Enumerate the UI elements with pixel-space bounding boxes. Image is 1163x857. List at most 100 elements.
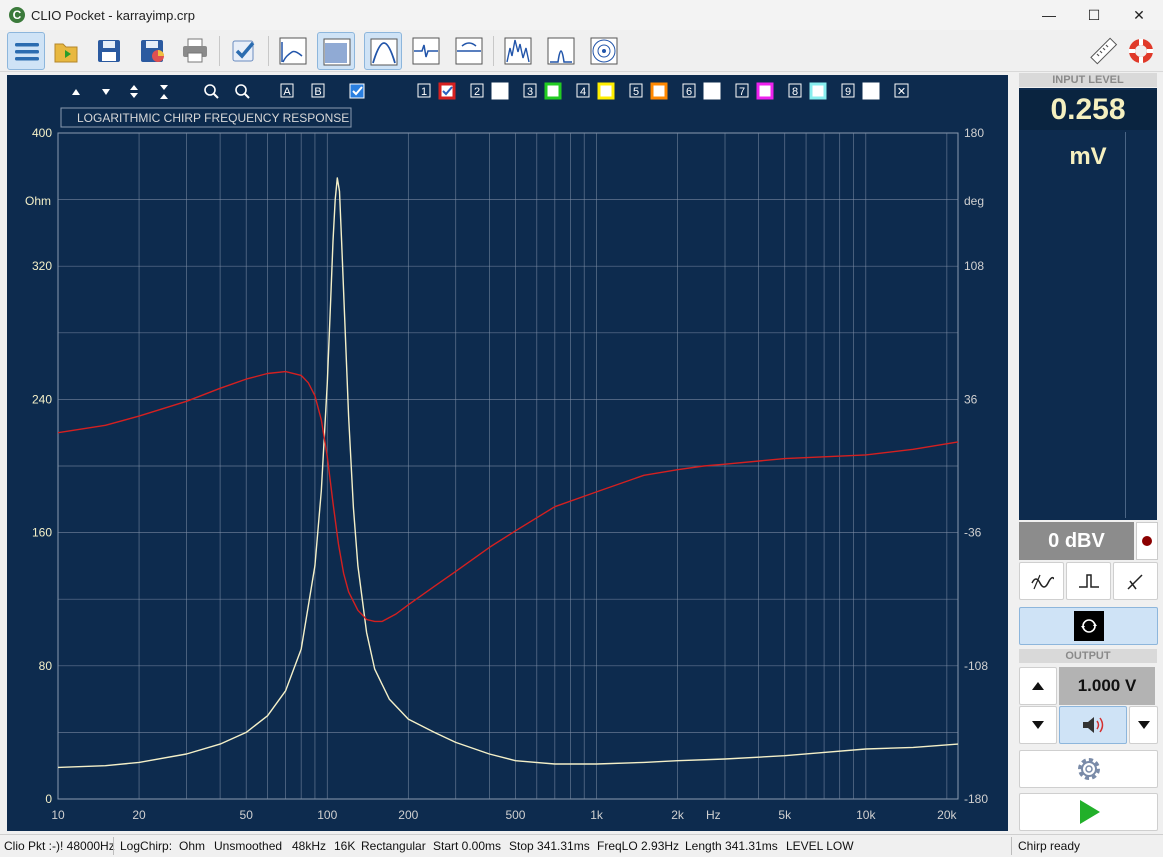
overlay-toggle-8[interactable] (809, 82, 827, 100)
cursor-b-button[interactable]: B (311, 83, 325, 98)
close-icon: ✕ (897, 86, 906, 98)
overlay-number-1[interactable]: 1 (417, 83, 431, 98)
impulse-button[interactable] (542, 32, 580, 70)
x-tick-label: 5k (778, 808, 792, 822)
overlay-toggle-9[interactable] (862, 82, 880, 100)
phantom-button[interactable] (1113, 562, 1158, 600)
side-panel: INPUT LEVEL 0.258 mV 0 dBV OUTPUT 1.000 … (1017, 72, 1163, 832)
clear-overlays-button[interactable]: ✕ (894, 83, 909, 98)
overlay-toggle-5[interactable] (650, 82, 668, 100)
printer-icon (183, 38, 207, 63)
x-tick-label: 500 (505, 808, 525, 822)
output-down-button[interactable] (1019, 706, 1057, 744)
meter-divider (1125, 132, 1126, 518)
print-button[interactable] (176, 32, 214, 70)
overlay-toggle-4[interactable] (597, 82, 615, 100)
graph-toolbar: A B 1 2 3 4 5 6 7 8 9 ✕ (72, 82, 909, 100)
play-icon (1079, 800, 1100, 824)
compress-icon[interactable] (160, 85, 168, 99)
scale-down-icon[interactable] (102, 89, 110, 95)
settings-button[interactable] (1019, 750, 1158, 788)
maximize-button[interactable]: ☐ (1071, 0, 1117, 30)
frequency-response-icon (370, 38, 398, 66)
overlay-toggle-1[interactable] (438, 82, 456, 100)
loop-button[interactable] (1019, 607, 1158, 645)
oscilloscope-icon (412, 37, 440, 65)
input-filter-button[interactable] (1019, 562, 1064, 600)
overlay-number-8[interactable]: 8 (788, 83, 802, 98)
status-smoothing: Unsmoothed (214, 839, 283, 853)
chart-grid (57, 132, 959, 800)
output-enable-button[interactable] (1059, 706, 1127, 744)
overlay-number-3[interactable]: 3 (523, 83, 537, 98)
overlay-toggle-7[interactable] (756, 82, 774, 100)
output-up-button[interactable] (1019, 667, 1057, 705)
overlay-number-8-label: 8 (792, 86, 798, 98)
y-tick-label-right: -108 (964, 659, 988, 673)
help-button[interactable] (1122, 32, 1160, 70)
floppy-icon (98, 40, 120, 62)
toolbar-separator (219, 36, 220, 66)
overlay-number-5[interactable]: 5 (629, 83, 643, 98)
status-stop: Stop 341.31ms (509, 839, 590, 853)
x-tick-label: 200 (398, 808, 418, 822)
impulse-trigger-button[interactable] (1066, 562, 1111, 600)
overlay-color-swatch (491, 82, 509, 100)
overlay-color-swatch (756, 82, 774, 100)
cursor-a-button[interactable]: A (280, 83, 294, 98)
y-tick-label-right: -36 (964, 526, 982, 540)
close-button[interactable]: ✕ (1116, 0, 1162, 30)
window-title: CLIO Pocket - karrayimp.crp (31, 8, 195, 23)
polar-button[interactable] (585, 32, 623, 70)
multimeter-button[interactable] (450, 32, 488, 70)
gear-icon (1077, 758, 1100, 780)
fft-button[interactable] (274, 32, 312, 70)
cursor-b-button-label: B (314, 86, 321, 98)
overlay-toggle-3[interactable] (544, 82, 562, 100)
status-separator (113, 837, 114, 855)
scale-up-icon[interactable] (72, 89, 80, 95)
start-button[interactable] (1019, 793, 1158, 831)
oscilloscope-button[interactable] (407, 32, 445, 70)
save-as-button[interactable] (133, 32, 171, 70)
input-level-unit: mV (1069, 143, 1107, 170)
save-button[interactable] (90, 32, 128, 70)
record-indicator[interactable] (1136, 522, 1158, 560)
status-message: Chirp ready (1018, 839, 1081, 853)
overlay-toggle-6[interactable] (703, 82, 721, 100)
check-button[interactable] (225, 32, 263, 70)
status-length: Length 341.31ms (685, 839, 778, 853)
overlay-number-6[interactable]: 6 (682, 83, 696, 98)
expand-icon-shape (130, 85, 138, 98)
overlay-color-swatch (650, 82, 668, 100)
x-tick-label: 50 (240, 808, 254, 822)
minimize-button[interactable]: — (1026, 0, 1072, 30)
expand-icon[interactable] (130, 85, 138, 98)
chart-axes: 10 20 50 100 200 500 1k 2k 5k 10k 20k 0 80 160 240 320 4… (32, 126, 988, 822)
scale-up-icon-shape (72, 89, 80, 95)
x-tick-label: 2k (671, 808, 685, 822)
zoom-in-icon-handle (213, 93, 219, 99)
compress-icon-shape (160, 85, 168, 99)
y-axis-left-label: Ohm (25, 194, 51, 208)
y-tick-label-left: 160 (32, 526, 52, 540)
input-level-meter: 0.258 mV (1019, 88, 1157, 520)
status-separator (1011, 837, 1012, 855)
sinusoidal-button[interactable] (364, 32, 402, 70)
overlay-number-9[interactable]: 9 (841, 83, 855, 98)
zoom-out-icon[interactable] (235, 84, 250, 99)
calibration-button[interactable] (1084, 32, 1122, 70)
output-menu-button[interactable] (1129, 706, 1158, 744)
overlay-number-4[interactable]: 4 (576, 83, 590, 98)
open-file-button[interactable] (47, 32, 85, 70)
overlay-checkbox-main[interactable] (349, 83, 365, 99)
overlay-number-2[interactable]: 2 (470, 83, 484, 98)
overlay-number-7[interactable]: 7 (735, 83, 749, 98)
menu-button[interactable] (7, 32, 45, 70)
overlay-toggle-2[interactable] (491, 82, 509, 100)
waterfall-button[interactable] (499, 32, 537, 70)
status-level: LEVEL LOW (786, 839, 854, 853)
mls-button[interactable] (317, 32, 355, 70)
zoom-in-icon[interactable] (204, 84, 219, 99)
toolbar-separator (268, 36, 269, 66)
